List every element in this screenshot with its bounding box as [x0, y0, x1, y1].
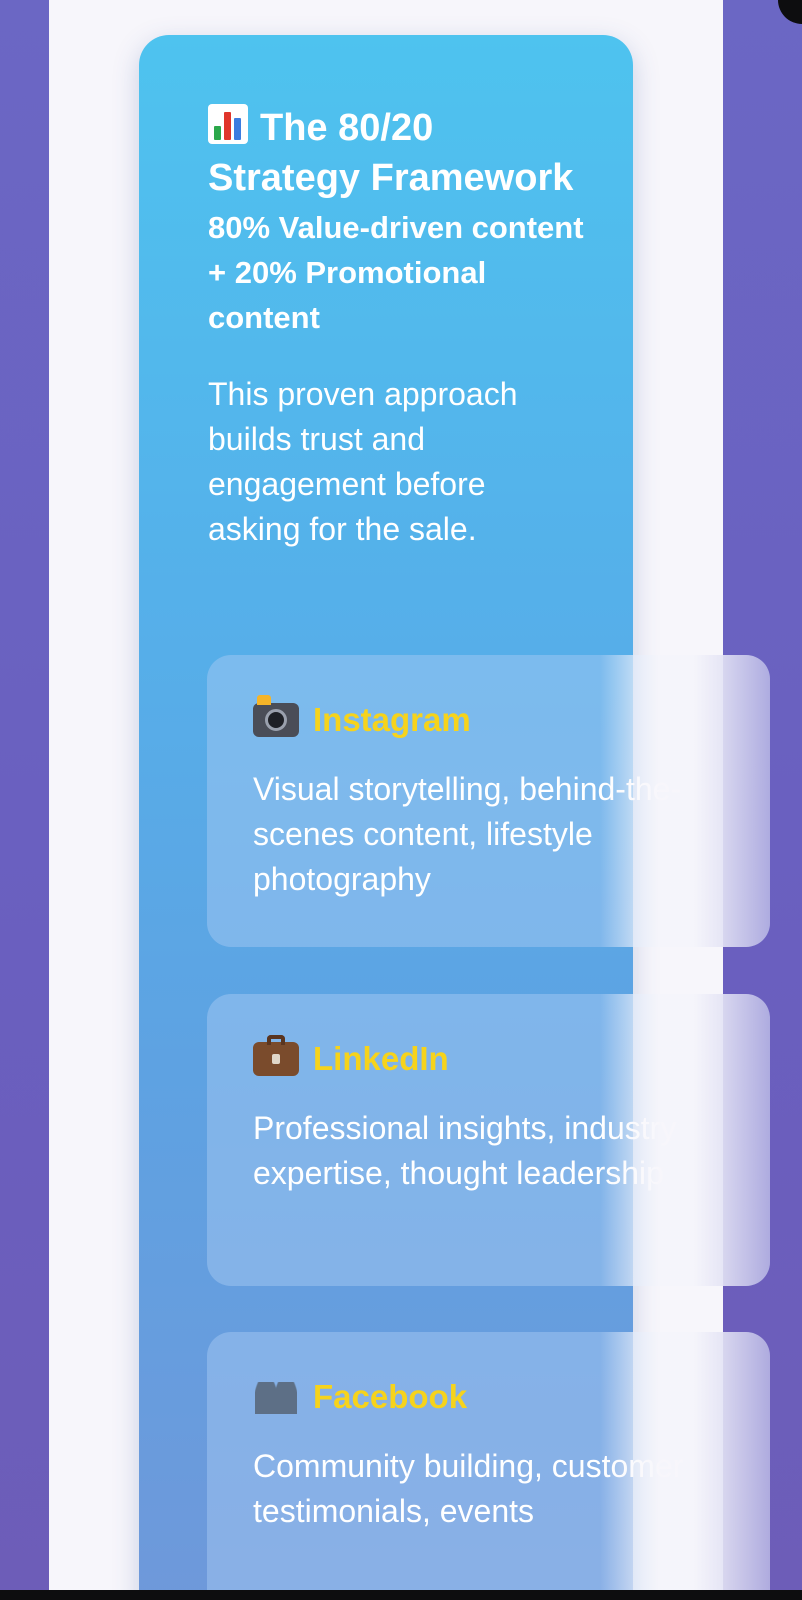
hero-text: The 80/20 Strategy Framework 80% Value-d…	[208, 103, 588, 552]
hero-title-text: The 80/20 Strategy Framework	[208, 107, 574, 199]
platform-header: Facebook	[253, 1378, 467, 1416]
platform-description: Community building, customer testimonial…	[253, 1448, 684, 1529]
platform-name: LinkedIn	[313, 1040, 449, 1077]
hero-title: The 80/20 Strategy Framework	[208, 103, 588, 203]
platform-card-instagram[interactable]: Instagram Visual storytelling, behind-th…	[207, 655, 770, 947]
platform-header: Instagram	[253, 695, 471, 739]
people-icon	[253, 1380, 299, 1414]
device-corner	[778, 0, 802, 24]
bar-chart-icon	[208, 104, 248, 144]
bottom-edge	[0, 1590, 802, 1600]
hero-description: This proven approach builds trust and en…	[208, 376, 518, 547]
platform-name: Instagram	[313, 701, 471, 738]
hero-subtitle: 80% Value-driven content + 20% Promotion…	[208, 210, 584, 335]
platform-name: Facebook	[313, 1378, 468, 1415]
camera-flash-icon	[253, 695, 299, 737]
platform-description: Visual storytelling, behind-the-scenes c…	[253, 771, 682, 897]
platform-card-linkedin[interactable]: LinkedIn Professional insights, industry…	[207, 994, 770, 1286]
platform-description: Professional insights, industry expertis…	[253, 1110, 677, 1191]
platform-header: LinkedIn	[253, 1035, 449, 1078]
briefcase-icon	[253, 1035, 299, 1076]
platform-card-facebook[interactable]: Facebook Community building, customer te…	[207, 1332, 770, 1600]
